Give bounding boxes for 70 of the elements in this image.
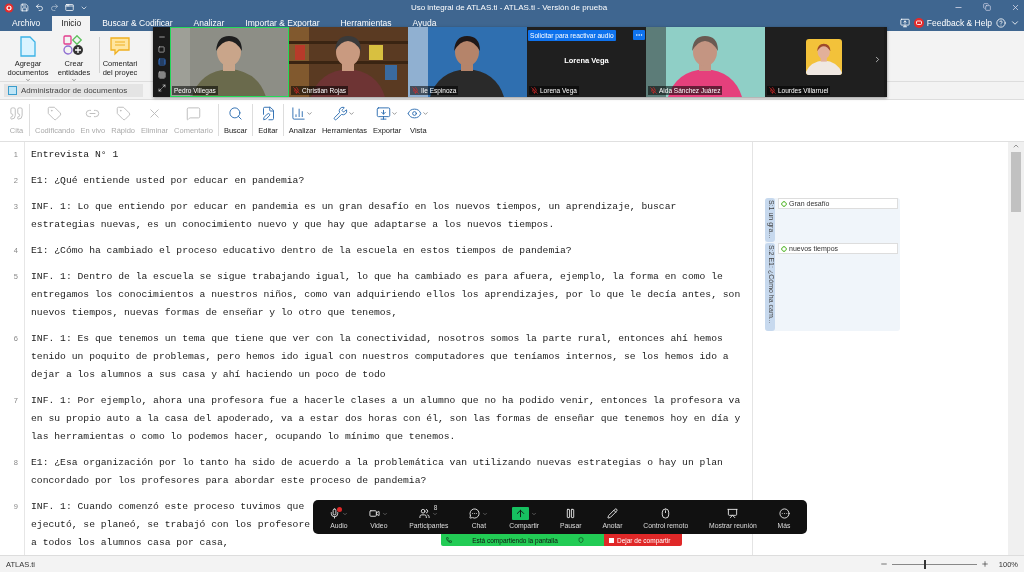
zoom-in-icon[interactable]: [980, 560, 989, 568]
comment-icon: [186, 105, 201, 121]
paragraph: INF. 1: Cuando comenzó este proceso tuvimos que ejecutó, se planeó, se trabajó con los profesore a todos los alumnos casa por casa,: [31, 500, 311, 550]
tag-icon: [47, 105, 63, 121]
expand-icon[interactable]: [157, 83, 166, 92]
muted-icon: [650, 87, 657, 94]
muted-icon: [531, 87, 538, 94]
muted-icon: [293, 87, 300, 94]
muted-icon: [412, 87, 419, 94]
scroll-up-icon[interactable]: [1012, 142, 1020, 150]
muted-icon: [769, 87, 776, 94]
menu-tab[interactable]: Archivo: [3, 16, 50, 31]
search-icon: [228, 105, 244, 121]
ellipsis-icon: [635, 31, 643, 39]
microphone-icon: [329, 508, 341, 519]
code-icon: [781, 245, 787, 252]
stop-icon: [609, 537, 614, 543]
close-icon[interactable]: [1011, 3, 1020, 12]
document-icon: [20, 35, 36, 57]
paragraph: INF. 1: Por ejemplo, ahora una profesora fue a hacerle clases a un alumno que no ha podido venir, entonces la profesora va en su propio auto a la casa del apoderado, va a estar dos horas con él, son las formas de enseñar que tenemos hoy en día y las herramientas o como lo podemos hacer, ocupando lo mínimo que tenemos.: [31, 394, 741, 444]
paragraph: INF. 1: Lo que entiendo por educar en pandemia es un gran desafío en los nuevos tiempos, un aprendizaje, buscar estrategias nuevas, es un conocimiento nuevo y que hay que adaptarse a los nuevos tiempos.: [31, 200, 677, 232]
feedback-icon: [913, 18, 924, 28]
paragraph: E1: ¿Esa organización por lo tanto ha sido de acuerdo a la problemática van utilizando nuevas estrategias o hay un plan concordado por los profesores para abordar este proceso de pandemia?: [31, 456, 723, 488]
window-icon[interactable]: [65, 3, 74, 12]
comment-icon: [110, 36, 130, 56]
tag-icon: [115, 105, 131, 121]
screen-icon[interactable]: [899, 18, 910, 28]
feedback-link[interactable]: Feedback & Help: [913, 18, 992, 28]
app-logo-icon: [4, 2, 14, 13]
document-icon: [8, 86, 17, 95]
scroll-thumb[interactable]: [1011, 152, 1021, 212]
shapes-icon: [63, 35, 85, 57]
paragraph: INF. 1: Dentro de la escuela se sigue trabajando igual, lo que ha cambiado es para afuera, ejemplo, la forma en como le entregamos los conocimientos a nuestros niños, como van adquiriendo ellos los aprendizajes, por lo que le decía antes, son nuevos tiempos, nuevas formas de enseñar y lo otro que tenemos,: [31, 270, 741, 320]
export-icon: [376, 105, 392, 121]
help-icon[interactable]: [996, 18, 1006, 28]
code-icon: [781, 200, 787, 207]
scrollbar[interactable]: [1008, 142, 1024, 555]
grid-icon[interactable]: [157, 70, 166, 79]
wrench-icon: [333, 105, 349, 121]
more-button[interactable]: [633, 30, 645, 40]
paragraph: Entrevista N° 1: [31, 148, 119, 162]
arrow-up-icon: [514, 508, 526, 519]
paragraph: E1: ¿Qué entiende usted por educar en pandemia?: [31, 174, 305, 188]
mouse-icon: [660, 508, 672, 519]
screen-icon: [727, 508, 739, 519]
paragraph: E1: ¿Cómo ha cambiado el proceso educativo dentro de la escuela en estos tiempos de pandemia?: [31, 244, 572, 258]
redo-icon[interactable]: [50, 3, 59, 12]
restore-icon[interactable]: [983, 3, 991, 11]
next-icon[interactable]: [873, 55, 882, 64]
people-icon: [419, 508, 431, 519]
zoom-out-icon[interactable]: [879, 560, 888, 568]
menu-tab[interactable]: Inicio: [52, 16, 91, 31]
pause-icon: [565, 508, 577, 519]
undo-icon[interactable]: [35, 3, 44, 12]
video-camera-icon: [369, 508, 381, 519]
window-title: Uso integral de ATLAS.ti - ATLAS.ti - Versión de prueba: [409, 3, 609, 12]
rows-icon[interactable]: [157, 57, 166, 66]
chat-icon: [469, 508, 481, 519]
eye-icon: [407, 105, 423, 121]
shield-icon: [578, 537, 584, 543]
save-icon[interactable]: [20, 3, 29, 12]
chevron-icon[interactable]: [1010, 18, 1020, 28]
document-manager-tab[interactable]: Administrador de documentos: [4, 84, 144, 97]
quote-icon: [9, 105, 24, 121]
pencil-icon: [606, 508, 618, 519]
paragraph: INF. 1: Es que tenemos un tema que tiene que ver con la conectividad, nosotros somos la parte rural, entonces ahí hemos tenido un poquito de problemas, pero hemos ido igual con nuestros computadores que teníamos internos, se los hemos ido a dejar a los alumnos a sus casa y ahí haciendo un poco de todo: [31, 332, 729, 382]
more-icon: [778, 508, 790, 519]
chart-icon: [291, 105, 307, 121]
phone-icon: [446, 537, 452, 543]
edit-icon: [260, 105, 276, 121]
